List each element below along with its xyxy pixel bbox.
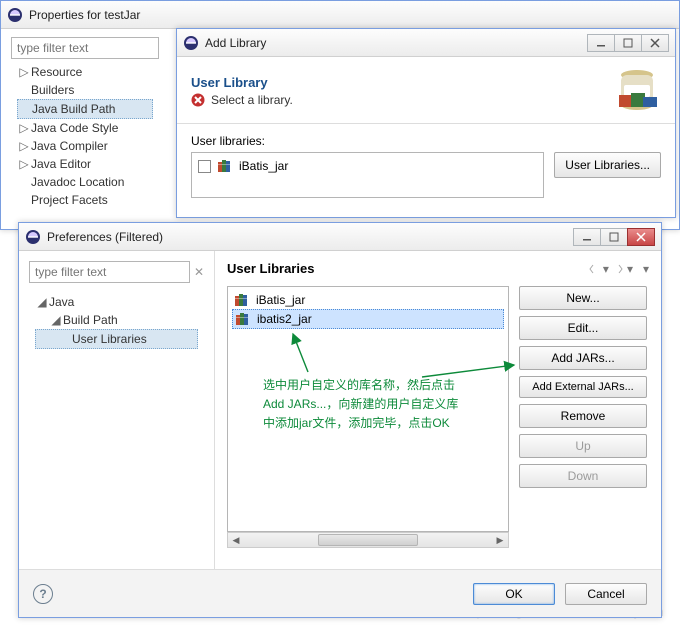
tree-item-build-path[interactable]: ◢Build Path [35, 311, 198, 329]
add-library-header: User Library [191, 75, 599, 90]
nav-breadcrumb[interactable]: ▾ ▾ ▾ [589, 262, 649, 276]
properties-tree: ▷Resource Builders Java Build Path ▷Java… [11, 59, 159, 213]
scroll-right-arrow[interactable]: ▶ [492, 533, 508, 547]
remove-button[interactable]: Remove [519, 404, 647, 428]
down-button[interactable]: Down [519, 464, 647, 488]
horizontal-scrollbar[interactable]: ◀ ▶ [227, 532, 509, 548]
tree-item-java-build-path[interactable]: Java Build Path [17, 99, 153, 119]
library-row-ibatis[interactable]: iBatis_jar [232, 291, 504, 309]
panel-title: User Libraries [227, 261, 589, 276]
tree-item-user-libraries[interactable]: User Libraries [35, 329, 198, 349]
user-libraries-button[interactable]: User Libraries... [554, 152, 661, 178]
error-text: Select a library. [211, 93, 293, 107]
add-library-titlebar[interactable]: Add Library [177, 29, 675, 57]
library-checkbox[interactable] [198, 160, 211, 173]
clear-filter-icon[interactable]: ✕ [194, 265, 204, 279]
error-icon [191, 93, 205, 107]
add-library-window: Add Library User Library Select a librar… [176, 28, 676, 218]
maximize-button[interactable] [600, 228, 628, 246]
books-icon [235, 312, 251, 326]
tree-item-java-code-style[interactable]: ▷Java Code Style [17, 119, 153, 137]
tree-item-java-compiler[interactable]: ▷Java Compiler [17, 137, 153, 155]
edit-button[interactable]: Edit... [519, 316, 647, 340]
tree-item-java[interactable]: ◢Java [35, 293, 198, 311]
library-row[interactable]: iBatis_jar [196, 157, 539, 175]
preferences-filter-input[interactable] [29, 261, 190, 283]
preferences-titlebar[interactable]: Preferences (Filtered) [19, 223, 661, 251]
eclipse-icon [25, 229, 41, 245]
add-library-title: Add Library [205, 36, 588, 50]
jar-icon [613, 67, 661, 115]
user-libraries-label: User libraries: [191, 134, 661, 148]
properties-filter-input[interactable] [11, 37, 159, 59]
add-external-jars-button[interactable]: Add External JARs... [519, 376, 647, 398]
help-icon[interactable]: ? [33, 584, 53, 604]
tree-item-java-editor[interactable]: ▷Java Editor [17, 155, 153, 173]
library-row-ibatis2[interactable]: ibatis2_jar [232, 309, 504, 329]
maximize-button[interactable] [614, 34, 642, 52]
tree-item-resource[interactable]: ▷Resource [17, 63, 153, 81]
close-button[interactable] [627, 228, 655, 246]
cancel-button[interactable]: Cancel [565, 583, 647, 605]
eclipse-icon [7, 7, 23, 23]
preferences-title: Preferences (Filtered) [47, 230, 574, 244]
libraries-list[interactable]: iBatis_jar ibatis2_jar [227, 286, 509, 532]
minimize-button[interactable] [573, 228, 601, 246]
tree-item-javadoc-location[interactable]: Javadoc Location [17, 173, 153, 191]
books-icon [234, 293, 250, 307]
new-button[interactable]: New... [519, 286, 647, 310]
add-jars-button[interactable]: Add JARs... [519, 346, 647, 370]
books-icon [217, 159, 233, 173]
minimize-button[interactable] [587, 34, 615, 52]
up-button[interactable]: Up [519, 434, 647, 458]
preferences-footer: ? OK Cancel [19, 569, 661, 617]
user-libraries-list[interactable]: iBatis_jar [191, 152, 544, 198]
properties-title: Properties for testJar [29, 8, 673, 22]
scroll-thumb[interactable] [318, 534, 417, 546]
ok-button[interactable]: OK [473, 583, 555, 605]
properties-titlebar[interactable]: Properties for testJar [1, 1, 679, 29]
scroll-left-arrow[interactable]: ◀ [228, 533, 244, 547]
preferences-window: Preferences (Filtered) ✕ ◢Java ◢Build Pa… [18, 222, 662, 618]
eclipse-icon [183, 35, 199, 51]
tree-item-project-facets[interactable]: Project Facets [17, 191, 153, 209]
close-button[interactable] [641, 34, 669, 52]
tree-item-builders[interactable]: Builders [17, 81, 153, 99]
